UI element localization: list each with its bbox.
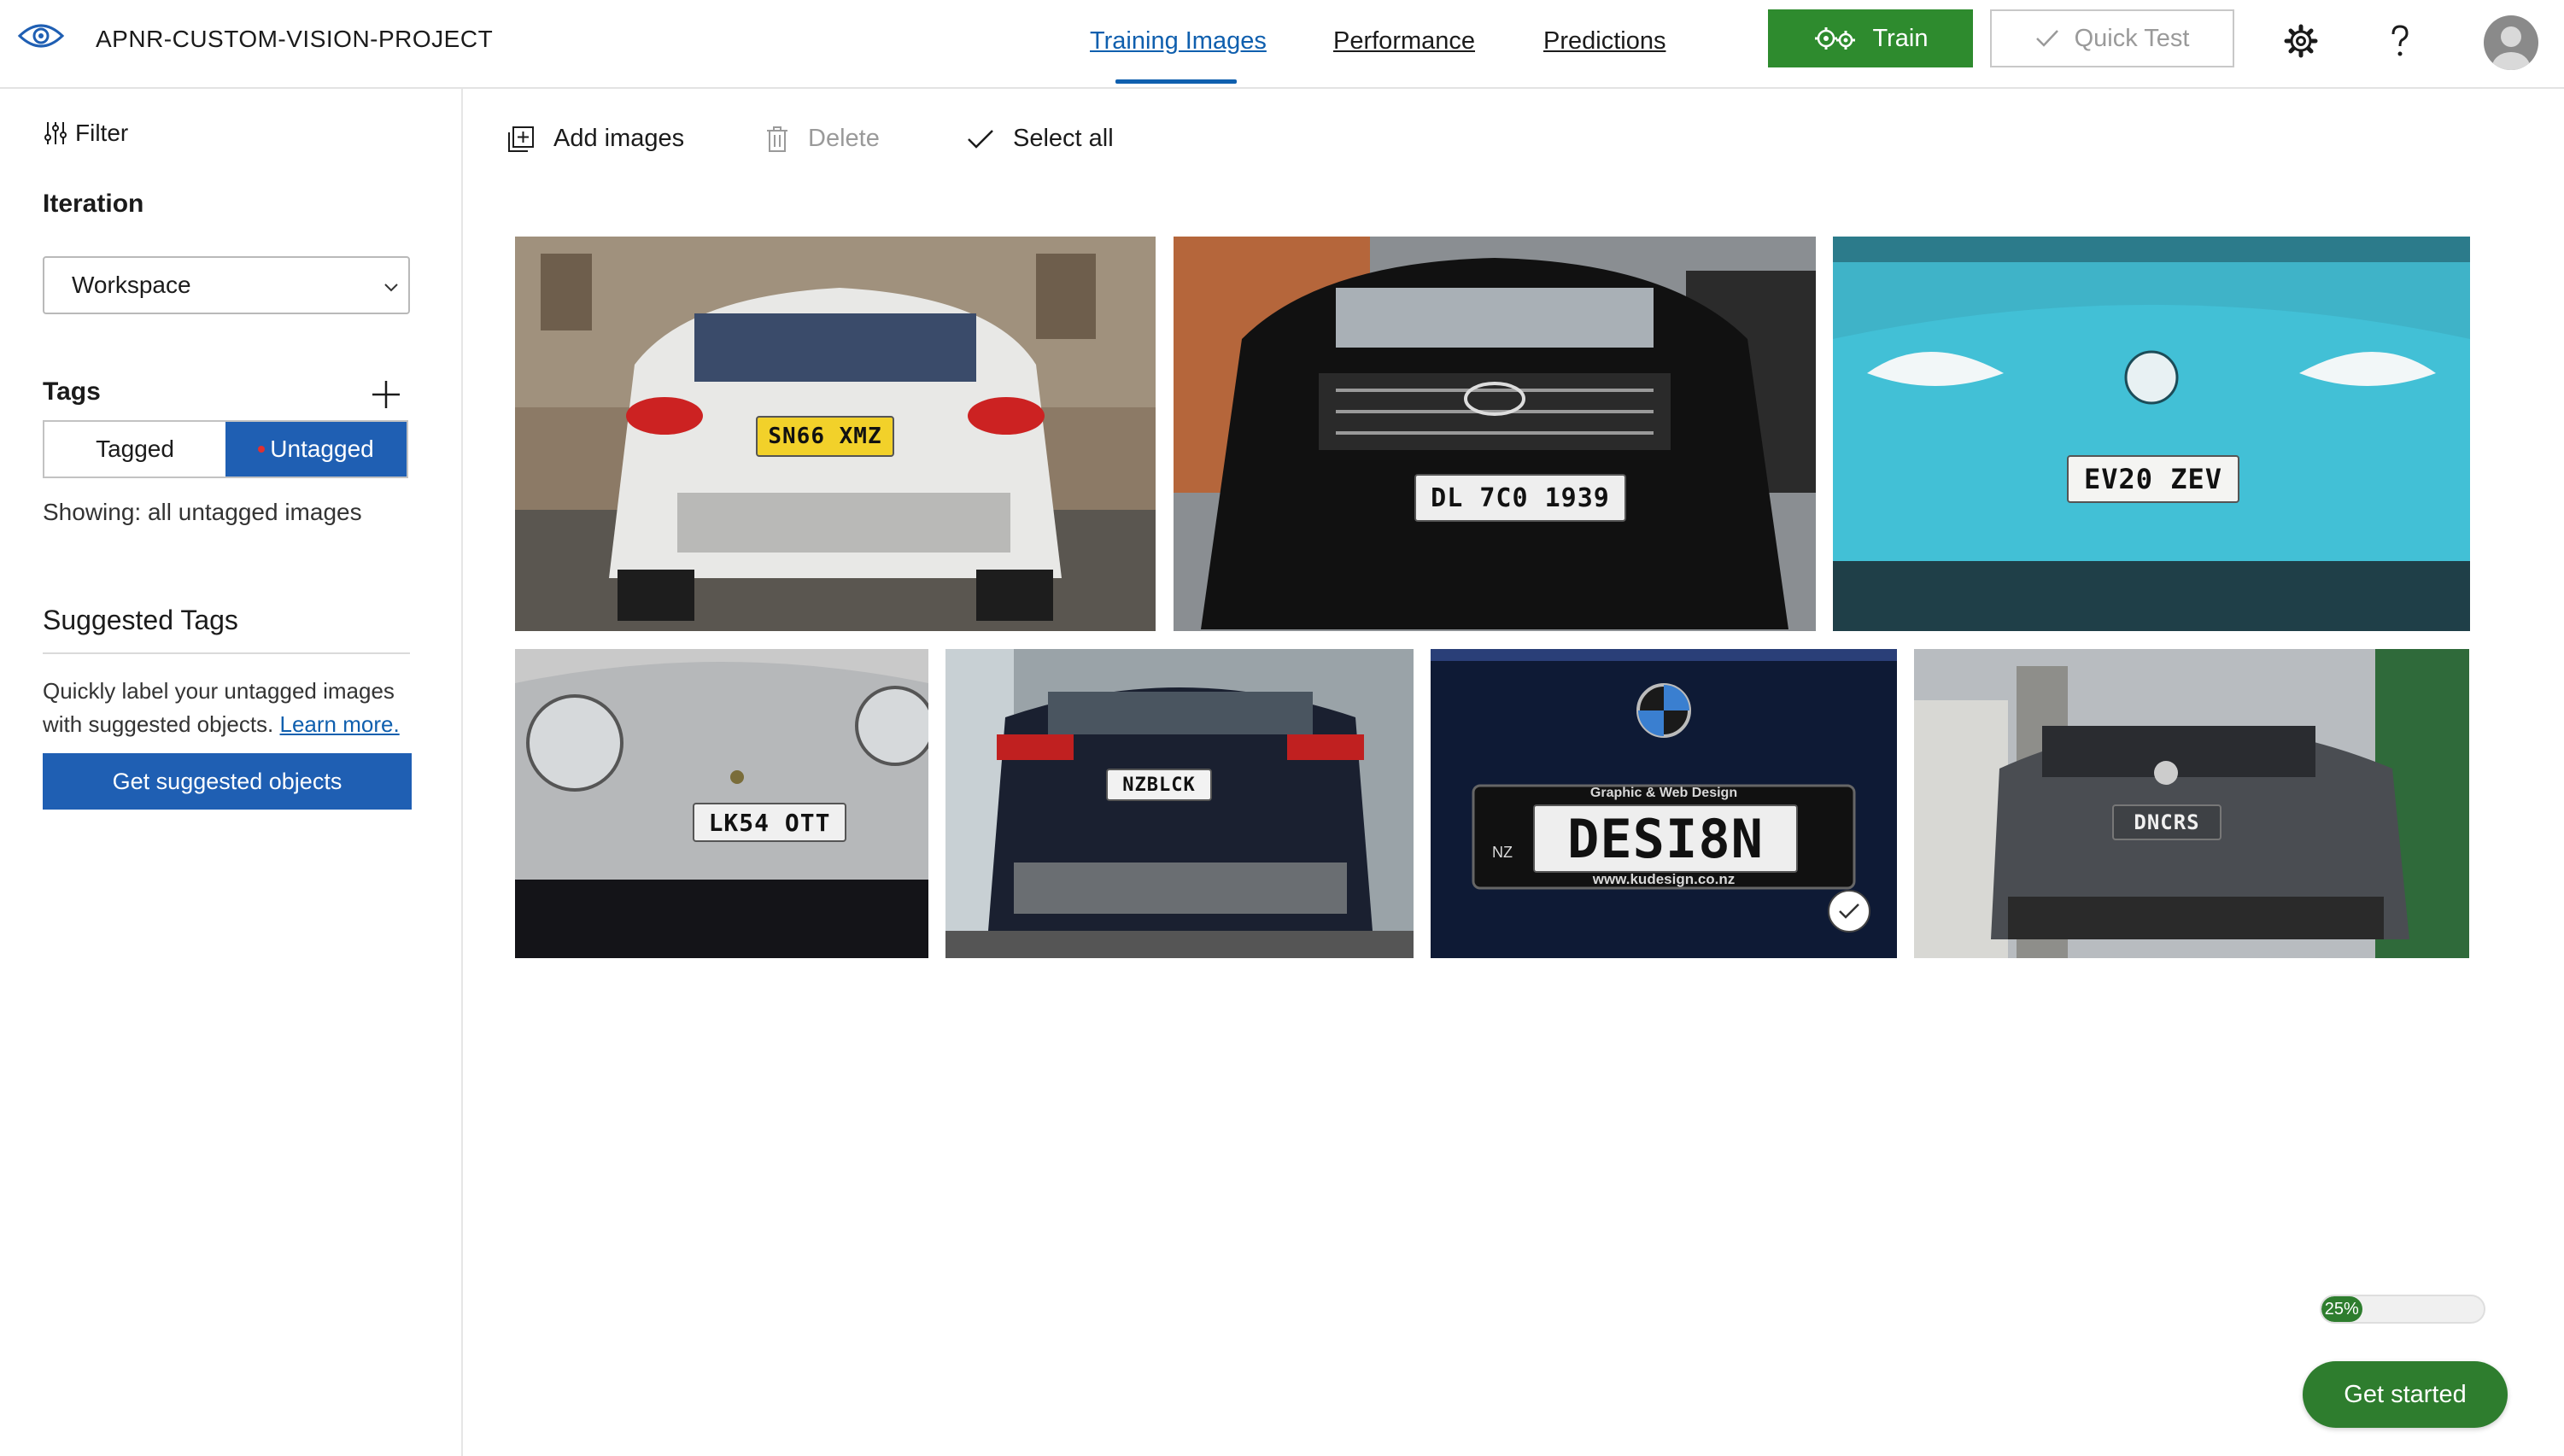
tagged-toggle[interactable]: Tagged xyxy=(44,422,225,477)
showing-text: Showing: all untagged images xyxy=(43,499,362,525)
plate-caption: Graphic & Web Design xyxy=(1589,786,1738,800)
divider xyxy=(43,652,410,654)
check-icon xyxy=(1839,903,1859,919)
delete-button[interactable]: Delete xyxy=(765,125,880,153)
car-photo-black-toyota xyxy=(945,649,1414,958)
progress-fill: 25% xyxy=(2321,1296,2362,1322)
iteration-value: Workspace xyxy=(72,272,191,298)
learn-more-link[interactable]: Learn more. xyxy=(280,711,400,737)
tab-training-images[interactable]: Training Images xyxy=(1090,27,1267,56)
untagged-label: Untagged xyxy=(270,436,374,462)
image-tile[interactable]: DNCRS xyxy=(1914,649,2469,958)
chevron-down-icon xyxy=(384,284,398,292)
image-tile[interactable]: EV20 ZEV xyxy=(1833,237,2470,631)
add-images-label: Add images xyxy=(553,125,685,152)
active-tab-indicator xyxy=(1115,79,1237,84)
project-title: APNR-CUSTOM-VISION-PROJECT xyxy=(96,26,494,52)
image-selected-check[interactable] xyxy=(1828,890,1870,933)
license-plate: DNCRS xyxy=(2112,804,2222,840)
train-button[interactable]: Train xyxy=(1768,9,1973,67)
tagged-label: Tagged xyxy=(96,436,174,462)
get-suggested-objects-button[interactable]: Get suggested objects xyxy=(43,753,412,810)
iteration-title: Iteration xyxy=(43,190,144,218)
tab-performance[interactable]: Performance xyxy=(1333,27,1475,56)
suggested-description: Quickly label your untagged images with … xyxy=(43,675,419,741)
suggested-tags-title: Suggested Tags xyxy=(43,605,238,635)
select-all-button[interactable]: Select all xyxy=(967,125,1114,153)
untagged-toggle[interactable]: Untagged xyxy=(225,422,407,477)
check-icon xyxy=(2035,30,2058,47)
add-image-icon xyxy=(508,126,534,152)
plate-country: NZ xyxy=(1492,844,1513,861)
quick-test-button[interactable]: Quick Test xyxy=(1990,9,2234,67)
train-button-label: Train xyxy=(1872,24,1929,52)
tab-predictions[interactable]: Predictions xyxy=(1543,27,1665,56)
license-plate: SN66 XMZ xyxy=(756,416,894,457)
filter-label: Filter xyxy=(75,120,129,146)
image-tile[interactable]: NZBLCK xyxy=(945,649,1414,958)
select-all-label: Select all xyxy=(1013,125,1114,152)
car-photo-grey-volkswagen xyxy=(1914,649,2469,958)
delete-label: Delete xyxy=(808,125,880,152)
license-plate: DESI8N xyxy=(1533,804,1798,873)
check-icon xyxy=(968,129,993,149)
gears-icon xyxy=(1814,27,1855,50)
tags-title: Tags xyxy=(43,377,101,406)
image-tile[interactable]: SN66 XMZ xyxy=(515,237,1156,631)
sidebar: Filter Iteration Workspace Tags Tagged U… xyxy=(0,89,463,1456)
add-tag-icon[interactable] xyxy=(371,379,401,410)
progress-label: 25% xyxy=(2324,1299,2359,1319)
quick-test-label: Quick Test xyxy=(2074,24,2190,52)
tag-filter-toggle: Tagged Untagged xyxy=(43,420,408,478)
iteration-select[interactable]: Workspace xyxy=(43,256,410,314)
progress-bar: 25% xyxy=(2320,1295,2485,1324)
image-tile[interactable]: LK54 OTT xyxy=(515,649,928,958)
license-plate: EV20 ZEV xyxy=(2067,455,2239,503)
avatar[interactable] xyxy=(2484,15,2538,70)
filter-button[interactable]: Filter xyxy=(43,120,128,147)
license-plate: NZBLCK xyxy=(1106,769,1212,801)
get-started-button[interactable]: Get started xyxy=(2303,1361,2508,1428)
trash-icon xyxy=(767,126,787,152)
car-photo-blue-volkswagen xyxy=(1833,237,2470,631)
license-plate: DL 7C0 1939 xyxy=(1414,474,1626,522)
untagged-dot-icon xyxy=(258,446,266,453)
plate-url: www.kudesign.co.nz xyxy=(1592,871,1736,887)
license-plate: LK54 OTT xyxy=(693,803,846,842)
add-images-button[interactable]: Add images xyxy=(507,125,684,153)
filter-sliders-icon xyxy=(44,122,67,144)
car-photo-black-hyundai xyxy=(1174,237,1816,631)
eye-logo-icon[interactable] xyxy=(17,19,65,53)
help-icon[interactable] xyxy=(2381,22,2419,60)
header-bar: APNR-CUSTOM-VISION-PROJECT Training Imag… xyxy=(0,0,2564,89)
gear-icon[interactable] xyxy=(2282,22,2320,60)
image-tile[interactable]: DL 7C0 1939 xyxy=(1174,237,1816,631)
avatar-icon xyxy=(2492,26,2530,70)
